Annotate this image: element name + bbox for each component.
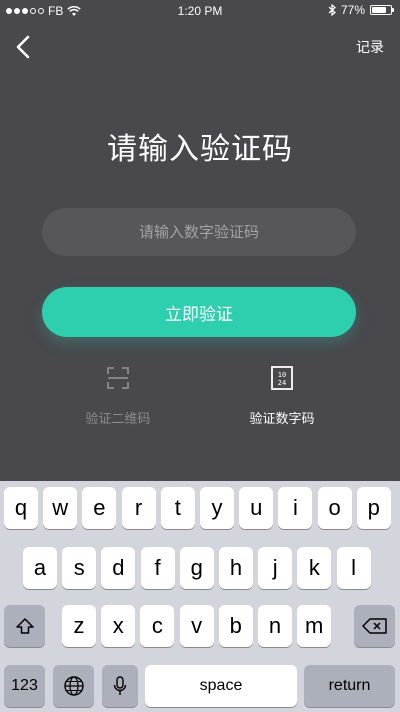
globe-key[interactable]: [53, 665, 94, 707]
status-bar: FB 1:20 PM 77%: [0, 0, 400, 22]
key-e[interactable]: e: [82, 487, 117, 529]
key-g[interactable]: g: [179, 547, 214, 589]
page-title: 请输入验证码: [107, 132, 293, 167]
verify-now-button[interactable]: 立即验证: [42, 287, 356, 337]
qr-scan-icon: [107, 367, 129, 389]
number-code-icon: 10 24: [271, 366, 293, 390]
backspace-icon: [361, 618, 387, 634]
svg-text:24: 24: [278, 379, 286, 387]
battery-icon: [370, 5, 394, 15]
key-y[interactable]: y: [200, 487, 234, 529]
shift-icon: [15, 618, 34, 634]
back-button[interactable]: [10, 32, 38, 62]
keyboard: 123 space return qwertyuiop asdfghjkl zxcv…: [0, 481, 400, 712]
records-link[interactable]: 记录: [356, 37, 384, 57]
key-v[interactable]: v: [179, 605, 214, 647]
key-b[interactable]: b: [218, 605, 253, 647]
key-j[interactable]: j: [258, 547, 293, 589]
verify-number-code-label: 验证数字码: [249, 412, 315, 427]
verify-qr-code-option[interactable]: 验证二维码: [48, 364, 188, 427]
key-a[interactable]: a: [23, 547, 57, 589]
key-m[interactable]: m: [297, 605, 332, 647]
key-r[interactable]: r: [121, 487, 156, 529]
key-w[interactable]: w: [43, 487, 78, 529]
key-o[interactable]: o: [317, 487, 352, 529]
key-l[interactable]: l: [336, 547, 371, 589]
verification-code-input[interactable]: [42, 208, 356, 256]
shift-key[interactable]: [4, 605, 45, 647]
svg-text:10: 10: [278, 371, 286, 379]
key-z[interactable]: z: [62, 605, 96, 647]
bluetooth-icon: [328, 4, 336, 16]
key-k[interactable]: k: [297, 547, 332, 589]
key-h[interactable]: h: [219, 547, 253, 589]
key-f[interactable]: f: [140, 547, 175, 589]
space-key[interactable]: space: [145, 665, 297, 707]
numbers-key[interactable]: 123: [4, 665, 45, 707]
key-q[interactable]: q: [4, 487, 38, 529]
microphone-icon: [113, 676, 127, 695]
backspace-key[interactable]: [354, 605, 395, 647]
key-d[interactable]: d: [101, 547, 136, 589]
status-right: 77%: [328, 3, 394, 17]
verify-number-code-option[interactable]: 10 24 验证数字码: [212, 364, 352, 427]
key-s[interactable]: s: [62, 547, 97, 589]
key-x[interactable]: x: [101, 605, 136, 647]
key-c[interactable]: c: [140, 605, 175, 647]
key-t[interactable]: t: [160, 487, 195, 529]
chevron-left-icon: [16, 35, 30, 59]
microphone-key[interactable]: [102, 665, 138, 707]
key-u[interactable]: u: [239, 487, 274, 529]
key-p[interactable]: p: [356, 487, 391, 529]
globe-icon: [63, 676, 84, 696]
key-i[interactable]: i: [278, 487, 313, 529]
verification-screen: FB 1:20 PM 77% 记录 请输入验证码 立即验证: [0, 0, 400, 712]
verify-qr-code-label: 验证二维码: [85, 412, 151, 427]
battery-percent: 77%: [340, 3, 365, 17]
return-key[interactable]: return: [304, 665, 395, 707]
key-n[interactable]: n: [258, 605, 292, 647]
